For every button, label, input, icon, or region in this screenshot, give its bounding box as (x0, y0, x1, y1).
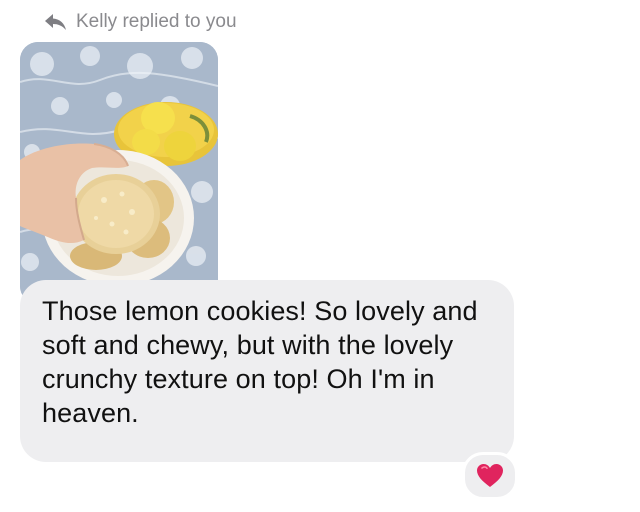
reply-header-text: Kelly replied to you (76, 11, 237, 32)
reaction-badge[interactable] (462, 452, 518, 500)
message-text: Those lemon cookies! So lovely and soft … (42, 296, 478, 428)
message-bubble[interactable]: Those lemon cookies! So lovely and soft … (20, 280, 514, 462)
heart-icon (477, 464, 503, 487)
reply-arrow-icon (44, 13, 68, 31)
reply-header: Kelly replied to you (44, 10, 237, 34)
photo-attachment[interactable] (20, 42, 218, 304)
chat-thread: Kelly replied to you Those lemon cookies… (0, 0, 640, 512)
lemon-cookies-photo (20, 42, 218, 304)
